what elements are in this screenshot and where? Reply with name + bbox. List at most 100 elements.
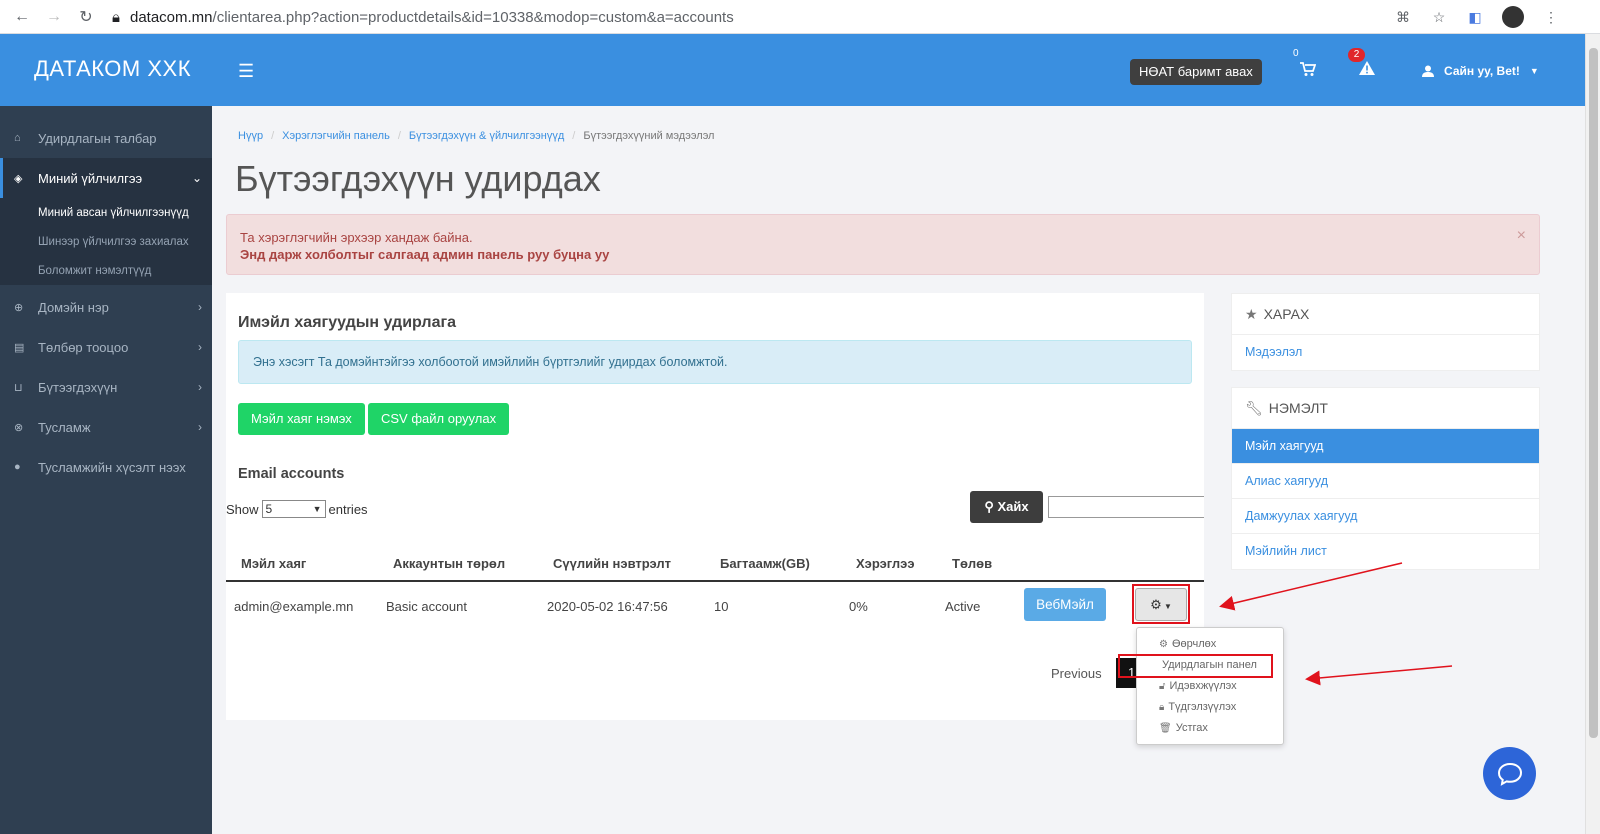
column-header-capacity[interactable]: Багтаамж(GB) xyxy=(720,556,810,571)
dropdown-item-edit[interactable]: ⚙ Өөрчлөх xyxy=(1159,638,1216,650)
close-icon[interactable]: × xyxy=(1517,227,1526,244)
trash-icon: 🗑︎ xyxy=(1159,722,1172,734)
column-header-last-login[interactable]: Сүүлийн нэвтрэлт xyxy=(553,556,671,571)
warning-icon[interactable] xyxy=(1359,61,1375,79)
lock-icon: 🔒︎ xyxy=(1159,701,1165,713)
page-title: Бүтээгдэхүүн удирдах xyxy=(235,158,601,199)
breadcrumb: Нүүр / Хэрэглэгчийн панель / Бүтээгдэхүү… xyxy=(238,130,715,142)
extension-icon[interactable]: ◧ xyxy=(1466,8,1484,26)
chat-widget-button[interactable] xyxy=(1483,747,1536,800)
back-arrow-icon[interactable]: ← xyxy=(12,7,32,27)
pagination-previous[interactable]: Previous xyxy=(1051,666,1102,681)
address-bar[interactable]: 🔒︎ datacom.mn/clientarea.php?action=prod… xyxy=(112,4,734,30)
sidebar-item-label: Миний үйлчилгээ xyxy=(38,170,143,186)
cube-icon: ◈ xyxy=(14,172,23,185)
lifebuoy-icon: ⊗ xyxy=(14,421,24,434)
invoice-icon: ▤ xyxy=(14,341,25,354)
annotation-highlight-control-panel xyxy=(1118,654,1273,678)
addon-item-mailing-list[interactable]: Мэйлийн лист xyxy=(1232,534,1539,569)
view-item-info[interactable]: Мэдээлэл xyxy=(1232,335,1539,370)
unlock-icon: 🔓︎ xyxy=(1159,680,1166,692)
vat-receipt-button[interactable]: НӨАТ баримт авах xyxy=(1130,59,1262,85)
profile-avatar[interactable] xyxy=(1502,6,1524,28)
search-button[interactable]: ⚲ Хайх xyxy=(970,491,1043,523)
sidebar-subitem-addons[interactable]: Боломжит нэмэлтүүд xyxy=(0,256,212,285)
reload-icon[interactable]: ↻ xyxy=(76,7,96,27)
main-content: Нүүр / Хэрэглэгчийн панель / Бүтээгдэхүү… xyxy=(212,106,1585,834)
view-panel-header: ★ ХАРАХ xyxy=(1232,294,1539,335)
return-to-admin-link[interactable]: Энд дарж холболтыг салгаад админ панель … xyxy=(240,246,1526,263)
forward-arrow-icon[interactable]: → xyxy=(44,7,64,27)
column-header-status[interactable]: Төлөв xyxy=(952,556,992,571)
hamburger-menu-icon[interactable]: ☰ xyxy=(238,61,254,82)
brand-logo[interactable]: ДАТАКОМ ХХК xyxy=(34,56,191,82)
select-arrow-icon: ▼ xyxy=(312,504,322,514)
info-message: Энэ хэсэгт Та домэйнтэйгээ холбоотой имэ… xyxy=(238,340,1192,384)
dashboard-icon: ⌂ xyxy=(14,132,21,144)
chevron-down-icon: ⌄ xyxy=(191,171,202,185)
lock-icon: 🔒︎ xyxy=(112,8,120,26)
sidebar-item-label: Удирдлагын талбар xyxy=(38,130,157,146)
admin-alert: Та хэрэглэгчийн эрхээр хандаж байна. Энд… xyxy=(226,214,1540,275)
sidebar-item-dashboard[interactable]: ⌂ Удирдлагын талбар xyxy=(0,118,212,158)
dropdown-item-label: Өөрчлөх xyxy=(1171,638,1217,650)
sidebar-item-label: Домэйн нэр xyxy=(38,299,109,315)
cell-capacity: 10 xyxy=(714,599,729,614)
entries-select-value: 5 xyxy=(265,502,273,516)
browser-toolbar: ← → ↻ 🔒︎ datacom.mn/clientarea.php?actio… xyxy=(0,0,1600,34)
annotation-highlight-gear xyxy=(1132,584,1190,624)
sidebar-item-products[interactable]: ⊔ Бүтээгдэхүүн › xyxy=(0,367,212,407)
globe-icon: ⊕ xyxy=(14,301,24,314)
basket-icon: ⊔ xyxy=(14,381,23,394)
dropdown-item-delete[interactable]: 🗑︎ Устгах xyxy=(1159,722,1208,734)
column-header-usage[interactable]: Хэрэглээ xyxy=(856,556,915,571)
entries-select[interactable]: 5 ▼ xyxy=(261,500,326,518)
cart-icon[interactable] xyxy=(1300,62,1317,81)
addon-item-email-accounts[interactable]: Мэйл хаягууд xyxy=(1232,429,1539,464)
search-input[interactable] xyxy=(1048,496,1204,518)
chevron-right-icon: › xyxy=(198,300,202,314)
addon-item-aliases[interactable]: Алиас хаягууд xyxy=(1232,464,1539,499)
panel-title: Имэйл хаягуудын удирлага xyxy=(238,314,457,331)
notification-badge: 2 xyxy=(1348,48,1365,62)
star-icon[interactable]: ☆ xyxy=(1430,8,1448,26)
cell-type: Basic account xyxy=(386,599,467,614)
sidebar-item-domains[interactable]: ⊕ Домэйн нэр › xyxy=(0,287,212,327)
email-management-panel: Имэйл хаягуудын удирлага Энэ хэсэгт Та д… xyxy=(226,293,1204,720)
dropdown-item-suspend[interactable]: 🔒︎ Түдгэлзүүлэх xyxy=(1159,701,1236,713)
sidebar-item-label: Тусламж xyxy=(38,419,91,435)
breadcrumb-current: Бүтээгдэхүүний мэдээлэл xyxy=(583,130,715,142)
sidebar-subitem-my-services[interactable]: Миний авсан үйлчилгээнүүд xyxy=(0,198,212,227)
user-menu[interactable]: Сайн уу, Bet! ▼ xyxy=(1422,64,1539,78)
sidebar-subitem-order-new[interactable]: Шинээр үйлчилгээ захиалах xyxy=(0,227,212,256)
sidebar-item-my-services[interactable]: ◈ Миний үйлчилгээ ⌄ xyxy=(0,158,212,198)
breadcrumb-client-area[interactable]: Хэрэглэгчийн панель xyxy=(282,130,390,142)
csv-import-button[interactable]: CSV файл оруулах xyxy=(368,403,510,435)
site-header: ДАТАКОМ ХХК ☰ НӨАТ баримт авах 0 2 Сайн … xyxy=(0,34,1585,106)
dropdown-item-label: Түдгэлзүүлэх xyxy=(1168,701,1237,713)
column-header-type[interactable]: Аккаунтын төрөл xyxy=(393,556,505,571)
sidebar-item-label: Төлбөр тооцоо xyxy=(38,339,129,355)
webmail-button[interactable]: ВебМэйл xyxy=(1024,588,1106,621)
add-email-button[interactable]: Мэйл хаяг нэмэх xyxy=(238,403,365,435)
sidebar-item-billing[interactable]: ▤ Төлбөр тооцоо › xyxy=(0,327,212,367)
browser-menu-icon[interactable]: ⋮ xyxy=(1542,8,1560,26)
cell-email: admin@example.mn xyxy=(234,599,354,614)
breadcrumb-products[interactable]: Бүтээгдэхүүн & үйлчилгээнүүд xyxy=(409,130,564,142)
column-header-email[interactable]: Мэйл хаяг xyxy=(241,556,306,571)
dropdown-item-label: Идэвхжүүлэх xyxy=(1169,680,1237,692)
url-host: datacom.mn xyxy=(129,8,213,26)
translate-icon[interactable]: ⌘ xyxy=(1394,8,1412,26)
addon-panel: 🔧︎ НЭМЭЛТ Мэйл хаягууд Алиас хаягууд Дам… xyxy=(1231,387,1540,570)
sidebar-item-open-ticket[interactable]: ● Тусламжийн хүсэлт нээх xyxy=(0,447,212,487)
left-sidebar: ⌂ Удирдлагын талбар ◈ Миний үйлчилгээ ⌄ … xyxy=(0,106,212,834)
sidebar-item-support[interactable]: ⊗ Тусламж › xyxy=(0,407,212,447)
dropdown-item-activate[interactable]: 🔓︎ Идэвхжүүлэх xyxy=(1159,680,1237,692)
breadcrumb-home[interactable]: Нүүр xyxy=(238,130,263,142)
user-icon xyxy=(1422,65,1434,77)
page-scrollbar[interactable] xyxy=(1585,34,1600,834)
addon-item-forwarders[interactable]: Дамжуулах хаягууд xyxy=(1232,499,1539,534)
cell-usage: 0% xyxy=(849,599,868,614)
sidebar-item-label: Бүтээгдэхүүн xyxy=(38,379,118,395)
caret-down-icon: ▼ xyxy=(1529,66,1539,76)
